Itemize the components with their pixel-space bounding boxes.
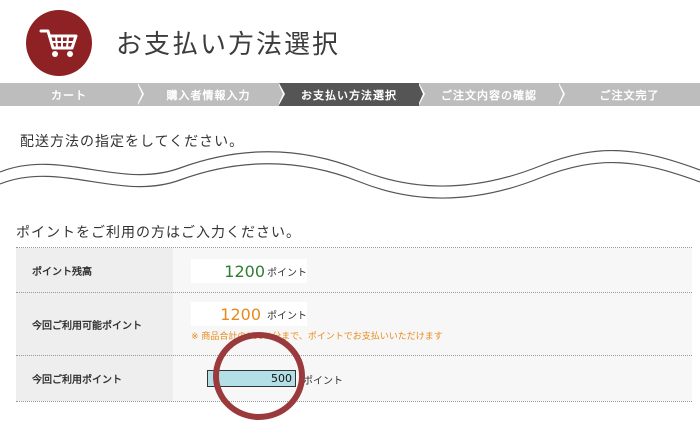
step-label: カート	[51, 88, 87, 102]
points-heading: ポイントをご利用の方はご入力ください。	[16, 225, 301, 241]
step-label: ご注文完了	[599, 88, 660, 102]
points-unit: ポイント	[267, 267, 307, 279]
points-use-label: 今回ご利用ポイント	[16, 356, 173, 401]
delivery-heading: 配送方法の指定をしてください。	[20, 134, 245, 150]
step-buyer-info: 購入者情報入力	[138, 83, 285, 106]
step-label: お支払い方法選択	[301, 88, 397, 102]
shopping-cart-icon	[26, 10, 92, 76]
points-limit-note: ※ 商品合計の100%分まで、ポイントでお支払いいただけます	[191, 332, 443, 342]
step-order-complete: ご注文完了	[559, 83, 700, 106]
step-label: ご注文内容の確認	[441, 88, 537, 102]
points-balance-row: ポイント残高 1200 ポイント	[16, 247, 692, 293]
step-payment-method: お支払い方法選択	[279, 83, 425, 106]
points-available-row: 今回ご利用可能ポイント 1200 ポイント ※ 商品合計の100%分まで、ポイン…	[16, 292, 692, 356]
step-label: 購入者情報入力	[166, 88, 251, 102]
points-balance-value: 1200	[224, 261, 265, 281]
page-title: お支払い方法選択	[116, 30, 341, 60]
points-balance-label: ポイント残高	[16, 248, 173, 293]
points-available-value: 1200	[220, 304, 261, 324]
points-use-input[interactable]	[207, 370, 296, 387]
step-cart: カート	[0, 83, 144, 106]
points-use-row: 今回ご利用ポイント ポイント	[16, 355, 692, 402]
page-header: お支払い方法選択	[0, 0, 700, 82]
points-unit: ポイント	[267, 310, 307, 322]
step-order-confirm: ご注文内容の確認	[419, 83, 565, 106]
checkout-steps: カート 購入者情報入力 お支払い方法選択 ご注文内容の確認 ご注文完了	[0, 83, 700, 106]
points-available-label: 今回ご利用可能ポイント	[16, 293, 173, 356]
points-unit: ポイント	[303, 376, 343, 387]
content-omitted-wave	[0, 150, 700, 199]
